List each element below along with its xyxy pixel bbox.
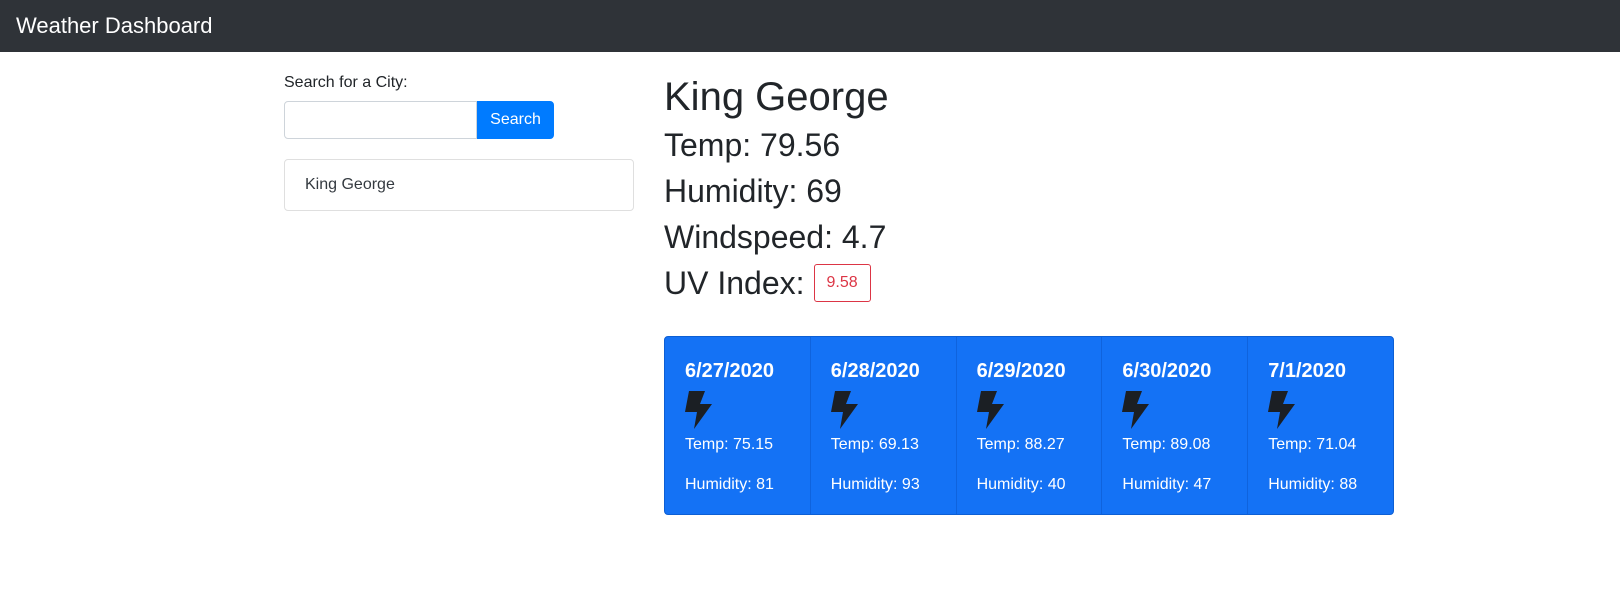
- forecast-humidity: Humidity: 47: [1122, 476, 1212, 493]
- lightning-icon: [830, 391, 858, 429]
- forecast-day: 6/30/2020 Temp: 89.08 Humidity: 47: [1102, 337, 1249, 514]
- uv-index-row: UV Index: 9.58: [664, 260, 889, 306]
- forecast-date: 6/28/2020: [830, 360, 920, 382]
- forecast-day: 6/27/2020 Temp: 75.15 Humidity: 81: [665, 337, 811, 514]
- current-windspeed: Windspeed: 4.7: [664, 219, 887, 255]
- forecast-humidity: Humidity: 88: [1268, 476, 1358, 493]
- lightning-icon: [1122, 391, 1150, 429]
- search-button[interactable]: Search: [477, 101, 554, 139]
- forecast-temp: Temp: 71.04: [1268, 436, 1357, 453]
- forecast-humidity: Humidity: 93: [830, 476, 920, 493]
- app-title[interactable]: Weather Dashboard: [16, 13, 213, 39]
- current-humidity: Humidity: 69: [664, 173, 842, 209]
- forecast-temp: Temp: 89.08: [1122, 436, 1211, 453]
- lightning-icon: [685, 391, 712, 429]
- uv-index-label: UV Index:: [664, 265, 805, 301]
- forecast-date: 6/27/2020: [685, 360, 774, 382]
- forecast-temp: Temp: 69.13: [830, 436, 919, 453]
- search-row: Search: [284, 101, 634, 139]
- forecast-day: 6/28/2020 Temp: 69.13 Humidity: 93: [811, 337, 957, 514]
- forecast-date: 6/30/2020: [1122, 360, 1212, 382]
- city-search-input[interactable]: [284, 101, 477, 139]
- forecast-date: 7/1/2020: [1268, 360, 1347, 382]
- lightning-icon: [1268, 391, 1296, 429]
- search-label: Search for a City:: [284, 74, 408, 91]
- current-temp: Temp: 79.56: [664, 127, 841, 163]
- history-item-king-george[interactable]: King George: [285, 160, 633, 210]
- lightning-icon: [976, 391, 1004, 429]
- forecast-day: 7/1/2020 Temp: 71.04 Humidity: 88: [1248, 337, 1393, 514]
- forecast-date: 6/29/2020: [976, 360, 1066, 382]
- forecast-temp: Temp: 88.27: [976, 436, 1065, 453]
- uv-index-badge: 9.58: [813, 264, 871, 302]
- forecast-temp: Temp: 75.15: [685, 436, 774, 453]
- forecast-humidity: Humidity: 40: [976, 476, 1066, 493]
- five-day-forecast: 6/27/2020 Temp: 75.15 Humidity: 81 6/28/…: [664, 336, 1394, 515]
- forecast-humidity: Humidity: 81: [685, 476, 774, 493]
- sidebar: Search for a City: Search King George: [284, 74, 634, 211]
- city-name: King George: [664, 75, 889, 119]
- search-history-list: King George: [284, 159, 634, 211]
- forecast-day: 6/29/2020 Temp: 88.27 Humidity: 40: [957, 337, 1103, 514]
- navbar: Weather Dashboard: [0, 0, 1620, 52]
- current-weather: King George Temp: 79.56 Humidity: 69 Win…: [664, 72, 889, 306]
